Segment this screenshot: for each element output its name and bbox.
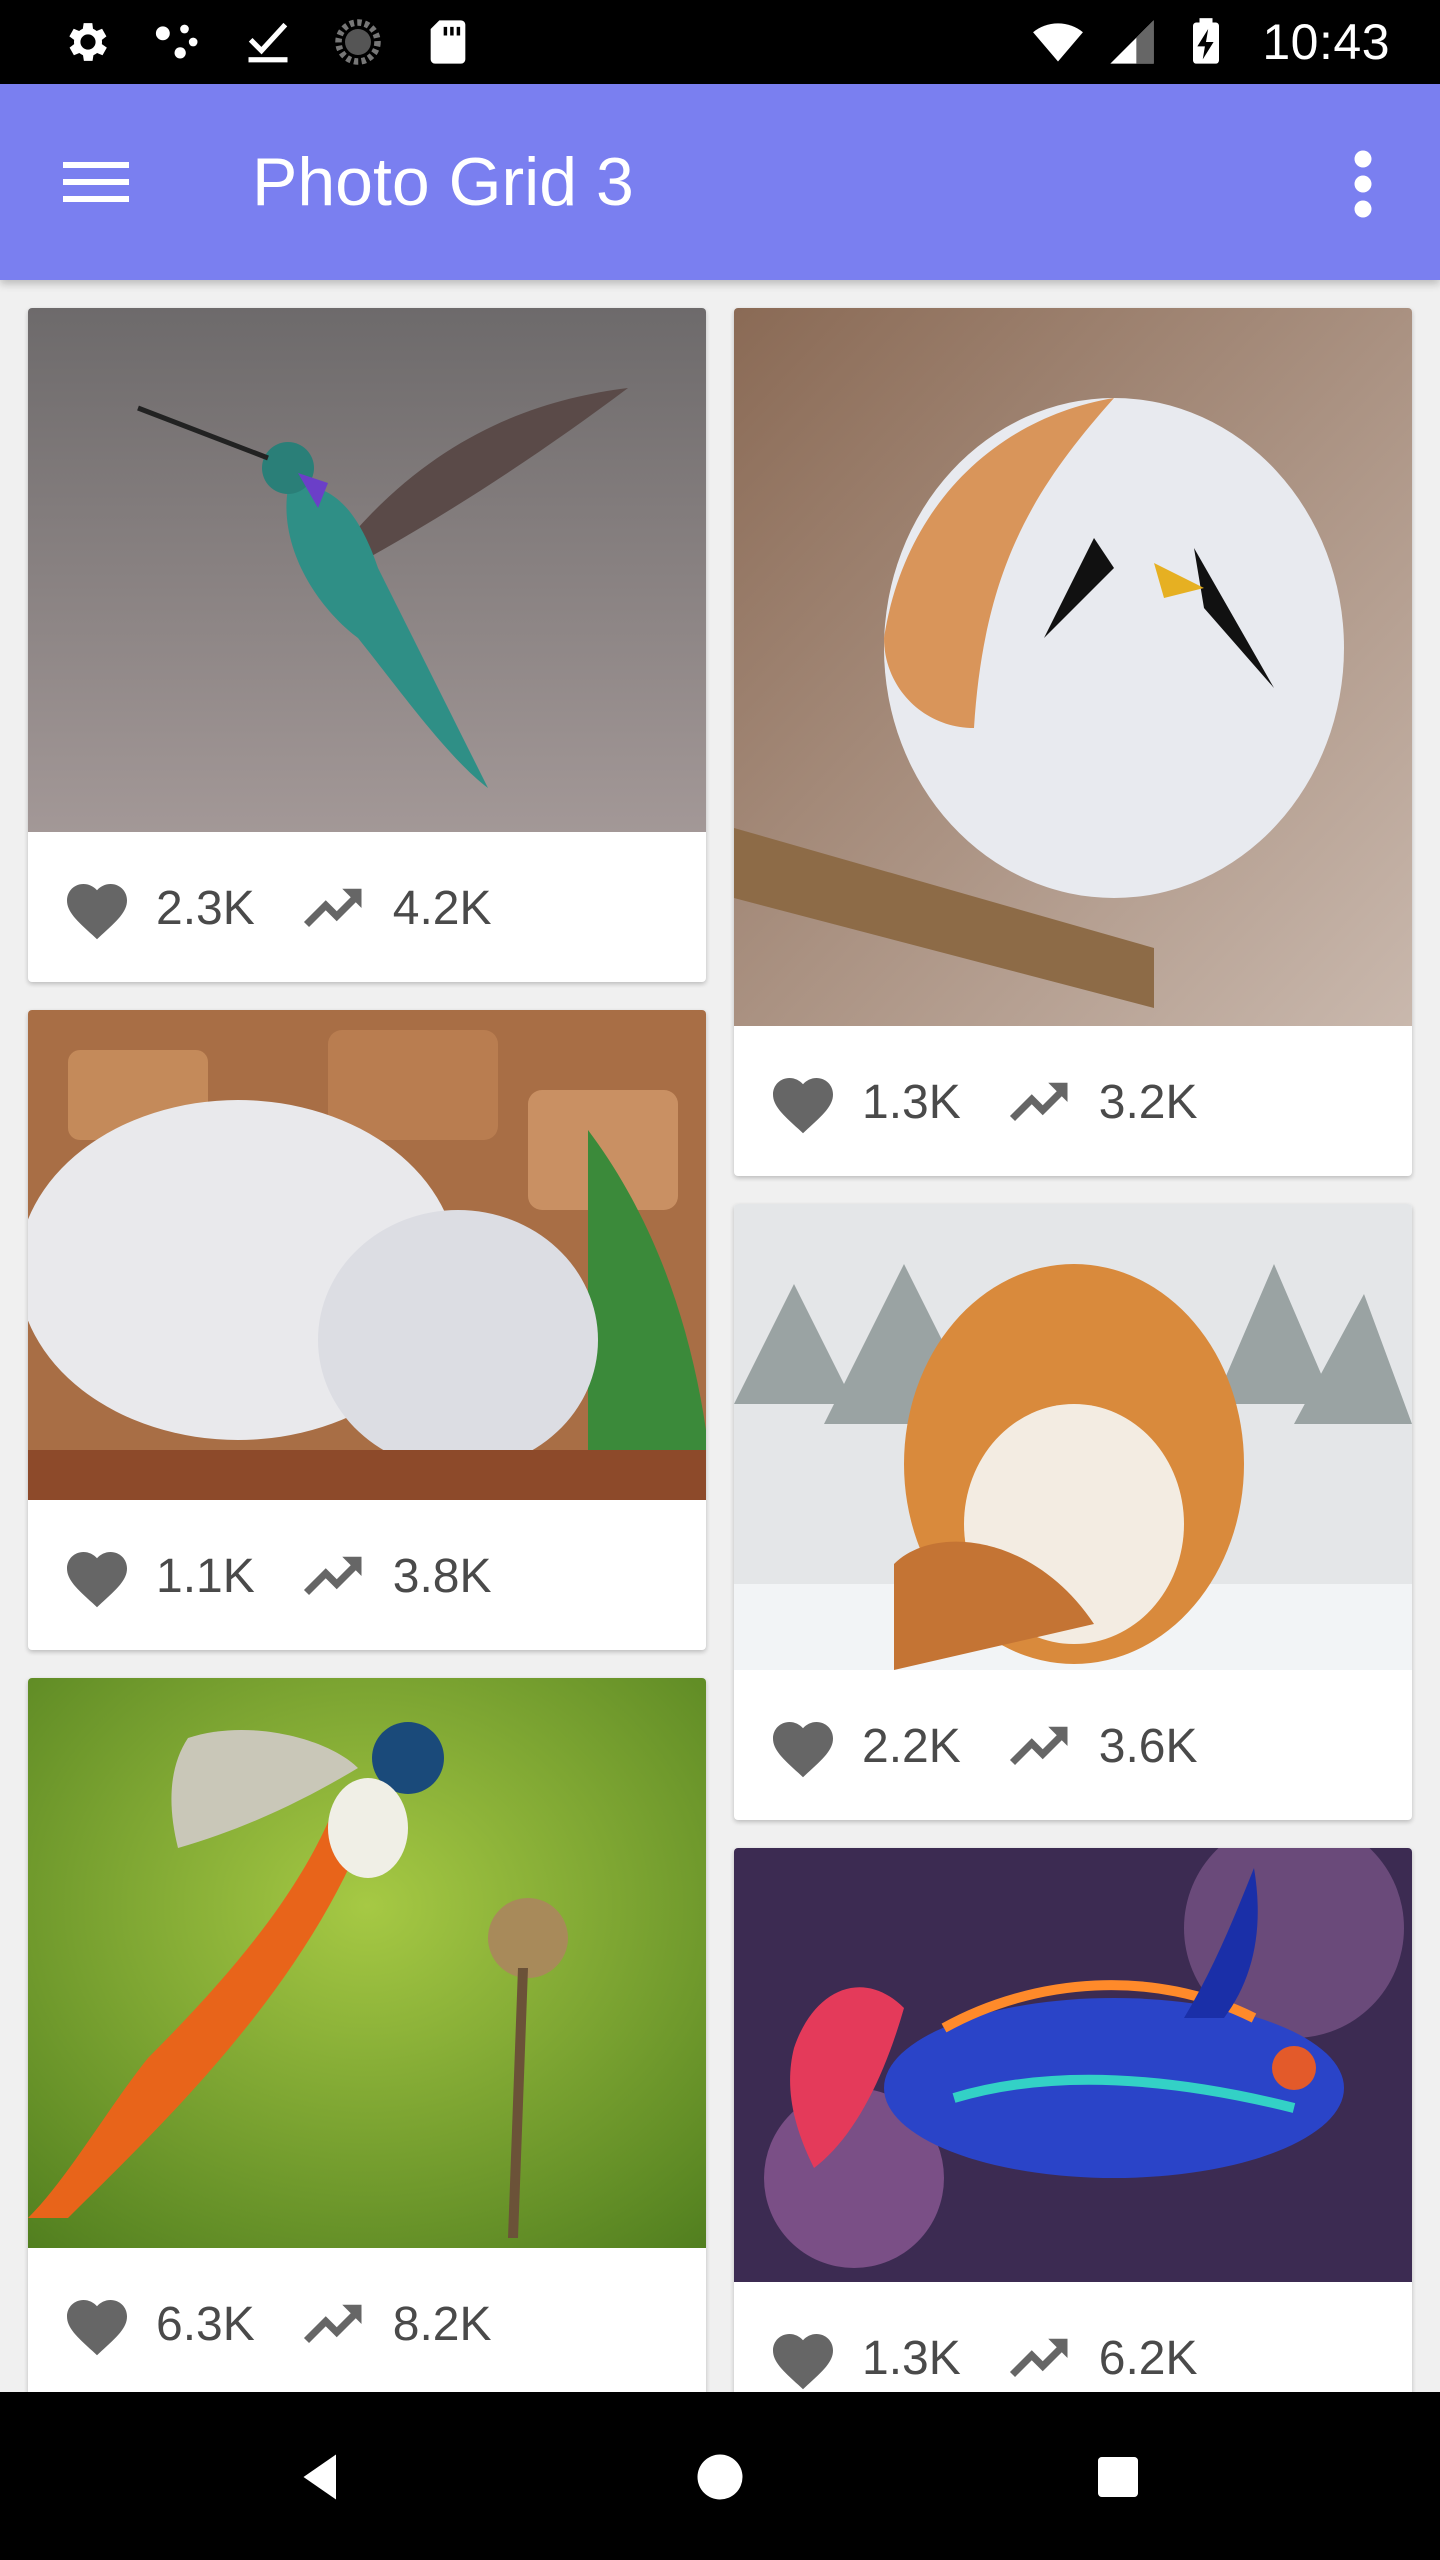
likes-stat[interactable]: 6.3K — [60, 2291, 255, 2357]
trending-stat[interactable]: 3.6K — [1003, 1713, 1198, 1779]
home-button[interactable] — [675, 2432, 765, 2522]
sync-progress-icon — [332, 16, 384, 68]
views-count: 3.6K — [1098, 1719, 1198, 1773]
views-count: 4.2K — [392, 881, 492, 935]
photo-card[interactable]: 2.2K 3.6K — [734, 1204, 1412, 1820]
card-stats: 2.2K 3.6K — [734, 1672, 1412, 1820]
trending-up-icon — [297, 875, 371, 941]
card-stats: 2.3K 4.2K — [28, 834, 706, 982]
likes-stat[interactable]: 1.3K — [766, 1069, 961, 1135]
likes-stat[interactable]: 2.2K — [766, 1713, 961, 1779]
share-icon — [152, 16, 204, 68]
likes-stat[interactable]: 1.3K — [766, 2325, 961, 2391]
page-title: Photo Grid 3 — [252, 144, 634, 220]
trending-stat[interactable]: 6.2K — [1003, 2325, 1198, 2391]
heart-icon — [60, 2291, 134, 2357]
more-vert-icon — [1354, 150, 1372, 218]
photo-paradise-flycatcher[interactable] — [28, 1678, 706, 2248]
trending-up-icon — [1003, 1713, 1077, 1779]
photo-grid: 2.3K 4.2K 1.3K 3.2K 1.1K 3.8K 2.2K 3.6K … — [0, 280, 1440, 2392]
hamburger-menu-icon — [63, 162, 129, 202]
trending-up-icon — [297, 2291, 371, 2357]
sd-card-icon — [422, 16, 474, 68]
trending-stat[interactable]: 3.2K — [1003, 1069, 1198, 1135]
status-clock: 10:43 — [1262, 14, 1390, 70]
likes-count: 2.2K — [862, 1719, 961, 1773]
system-icons: 10:43 — [1032, 14, 1390, 70]
card-stats: 1.1K 3.8K — [28, 1502, 706, 1650]
card-stats: 6.3K 8.2K — [28, 2250, 706, 2392]
photo-white-tigers[interactable] — [28, 1010, 706, 1500]
photo-card[interactable]: 6.3K 8.2K — [28, 1678, 706, 2392]
photo-card[interactable]: 1.3K 3.2K — [734, 308, 1412, 1176]
likes-stat[interactable]: 1.1K — [60, 1543, 255, 1609]
likes-count: 2.3K — [156, 881, 255, 935]
trending-up-icon — [1003, 2325, 1077, 2391]
system-nav-bar — [0, 2392, 1440, 2560]
download-done-icon — [242, 16, 294, 68]
photo-mandarin-fish[interactable] — [734, 1848, 1412, 2282]
back-icon — [303, 2454, 336, 2500]
photo-card[interactable]: 1.1K 3.8K — [28, 1010, 706, 1650]
likes-count: 6.3K — [156, 2297, 255, 2351]
photo-hummingbird[interactable] — [28, 308, 706, 832]
card-stats: 1.3K 6.2K — [734, 2284, 1412, 2392]
heart-icon — [766, 1069, 840, 1135]
views-count: 3.2K — [1098, 1075, 1198, 1129]
views-count: 6.2K — [1098, 2331, 1198, 2385]
trending-stat[interactable]: 4.2K — [297, 875, 492, 941]
battery-charging-icon — [1180, 16, 1232, 68]
menu-button[interactable] — [48, 142, 144, 222]
cell-signal-icon — [1106, 16, 1158, 68]
views-count: 8.2K — [392, 2297, 492, 2351]
photo-card[interactable]: 1.3K 6.2K — [734, 1848, 1412, 2392]
likes-count: 1.3K — [862, 1075, 961, 1129]
photo-round-bird[interactable] — [734, 308, 1412, 1026]
trending-up-icon — [297, 1543, 371, 1609]
status-bar: 10:43 — [0, 0, 1440, 84]
likes-count: 1.3K — [862, 2331, 961, 2385]
trending-stat[interactable]: 3.8K — [297, 1543, 492, 1609]
likes-stat[interactable]: 2.3K — [60, 875, 255, 941]
heart-icon — [766, 1713, 840, 1779]
notification-icons — [62, 14, 474, 70]
photo-snow-tiger[interactable] — [734, 1204, 1412, 1670]
app-bar: Photo Grid 3 — [0, 84, 1440, 280]
home-icon — [697, 2454, 743, 2500]
card-stats: 1.3K 3.2K — [734, 1028, 1412, 1176]
trending-stat[interactable]: 8.2K — [297, 2291, 492, 2357]
back-button[interactable] — [276, 2432, 366, 2522]
views-count: 3.8K — [392, 1549, 492, 1603]
heart-icon — [60, 1543, 134, 1609]
gear-icon — [62, 16, 114, 68]
likes-count: 1.1K — [156, 1549, 255, 1603]
wifi-icon — [1032, 16, 1084, 68]
photo-card[interactable]: 2.3K 4.2K — [28, 308, 706, 982]
heart-icon — [766, 2325, 840, 2391]
recents-button[interactable] — [1073, 2432, 1163, 2522]
heart-icon — [60, 875, 134, 941]
recents-icon — [1098, 2457, 1138, 2497]
trending-up-icon — [1003, 1069, 1077, 1135]
overflow-menu-button[interactable] — [1328, 142, 1398, 226]
